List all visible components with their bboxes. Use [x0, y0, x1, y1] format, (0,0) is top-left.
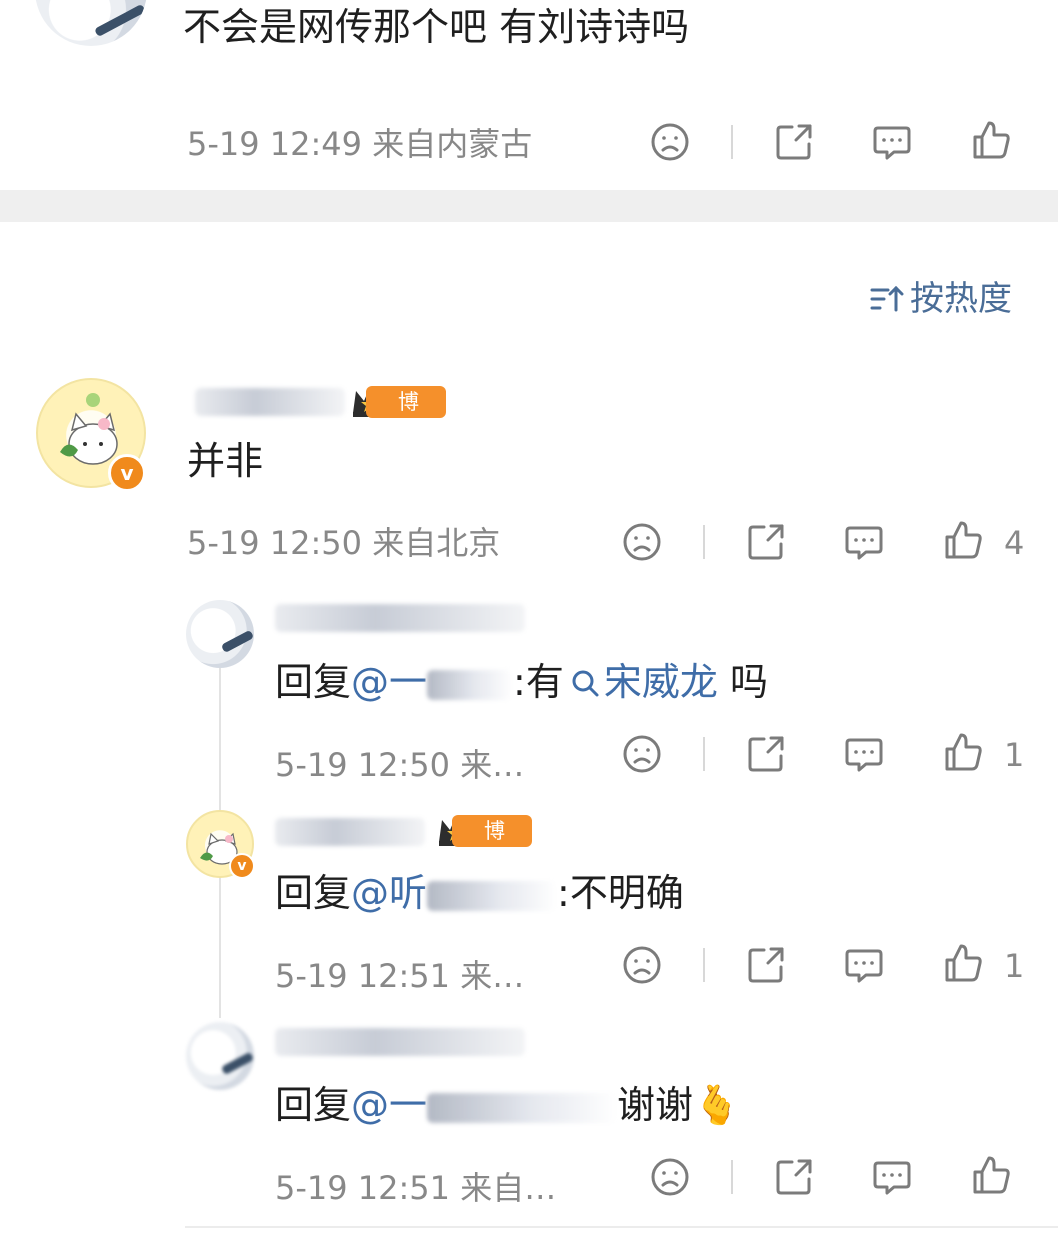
divider: [703, 737, 705, 771]
location-label: 来自…: [460, 1169, 557, 1207]
reply-text-part: :不明确: [557, 871, 684, 915]
frown-icon[interactable]: [648, 120, 692, 164]
avatar[interactable]: [35, 0, 147, 46]
status-badge: 博主: [366, 386, 446, 446]
verified-icon: v: [229, 853, 255, 879]
topic-label: 宋威龙: [603, 660, 718, 704]
redacted-text: [427, 1092, 618, 1123]
time-label: 5-19 12:51: [275, 957, 451, 995]
time-label: 5-19 12:50: [275, 746, 451, 784]
comment-icon[interactable]: [870, 120, 914, 164]
thumbs-up-icon[interactable]: [969, 118, 1013, 162]
time-label: 5-19 12:50: [187, 524, 363, 562]
like-count: 1: [1004, 947, 1025, 985]
divider: [731, 125, 733, 159]
verified-icon: v: [108, 454, 146, 492]
time-label: 5-19 12:49: [187, 125, 363, 163]
mention-link[interactable]: @一: [351, 1083, 427, 1127]
comment-text: 并非: [187, 439, 264, 483]
reply-text-part: 谢谢🫰: [617, 1083, 741, 1127]
section-divider: [0, 190, 1058, 222]
status-badge: 博主: [452, 815, 532, 875]
redacted-text: [427, 669, 514, 700]
location-label: 来自北京: [372, 524, 501, 562]
share-icon[interactable]: [744, 943, 788, 987]
like-count: 1: [1004, 736, 1025, 774]
share-icon[interactable]: [744, 520, 788, 564]
redacted-text: [427, 880, 558, 911]
comment-time: 5-19 12:51 来…: [275, 956, 524, 996]
share-icon[interactable]: [772, 120, 816, 164]
thumbs-up-icon[interactable]: [941, 518, 985, 562]
comment-icon[interactable]: [842, 520, 886, 564]
thumbs-up-icon[interactable]: [969, 1153, 1013, 1197]
comment-time: 5-19 12:50 来自北京: [187, 523, 500, 563]
divider: [703, 948, 705, 982]
reply-text-part: 吗: [717, 660, 768, 704]
username[interactable]: [195, 388, 345, 416]
thumbs-up-icon[interactable]: [941, 941, 985, 985]
reply-prefix: 回复: [275, 1083, 352, 1127]
location-label: 来…: [460, 957, 525, 995]
like-count: 4: [1004, 524, 1025, 562]
thumbs-up-icon[interactable]: [941, 730, 985, 774]
comment-time: 5-19 12:49 来自内蒙古: [187, 124, 532, 164]
reply-prefix: 回复: [275, 871, 352, 915]
sort-icon[interactable]: [870, 282, 904, 316]
divider: [703, 525, 705, 559]
username[interactable]: [275, 818, 425, 846]
divider: [731, 1160, 733, 1194]
comment-time: 5-19 12:51 来自…: [275, 1168, 556, 1208]
topic-link[interactable]: 宋威龙: [564, 660, 718, 704]
location-label: 来自内蒙古: [372, 125, 533, 163]
comment-icon[interactable]: [842, 732, 886, 776]
avatar[interactable]: [186, 600, 254, 668]
username[interactable]: [275, 604, 525, 632]
comment-time: 5-19 12:50 来…: [275, 745, 524, 785]
share-icon[interactable]: [744, 732, 788, 776]
mention-link[interactable]: @听: [351, 871, 427, 915]
frown-icon[interactable]: [620, 520, 664, 564]
reply-text: 回复@听 :不明确: [275, 870, 684, 916]
reply-text: 回复@一 谢谢🫰: [275, 1082, 740, 1128]
comment-icon[interactable]: [870, 1155, 914, 1199]
comment-text: 不会是网传那个吧 有刘诗诗吗: [183, 5, 690, 49]
share-icon[interactable]: [772, 1155, 816, 1199]
avatar[interactable]: [186, 1022, 254, 1090]
frown-icon[interactable]: [620, 943, 664, 987]
search-icon: [572, 670, 599, 697]
username[interactable]: [275, 1028, 525, 1056]
reply-text: 回复@一 :有 宋威龙 吗: [275, 659, 768, 705]
frown-icon[interactable]: [620, 732, 664, 776]
reply-prefix: 回复: [275, 660, 352, 704]
location-label: 来…: [460, 746, 525, 784]
sort-by-heat-button[interactable]: 按热度: [910, 278, 1012, 320]
frown-icon[interactable]: [648, 1155, 692, 1199]
mention-link[interactable]: @一: [351, 660, 427, 704]
divider: [185, 1226, 1058, 1228]
time-label: 5-19 12:51: [275, 1169, 451, 1207]
comment-icon[interactable]: [842, 943, 886, 987]
reply-text-part: :有: [513, 660, 564, 704]
